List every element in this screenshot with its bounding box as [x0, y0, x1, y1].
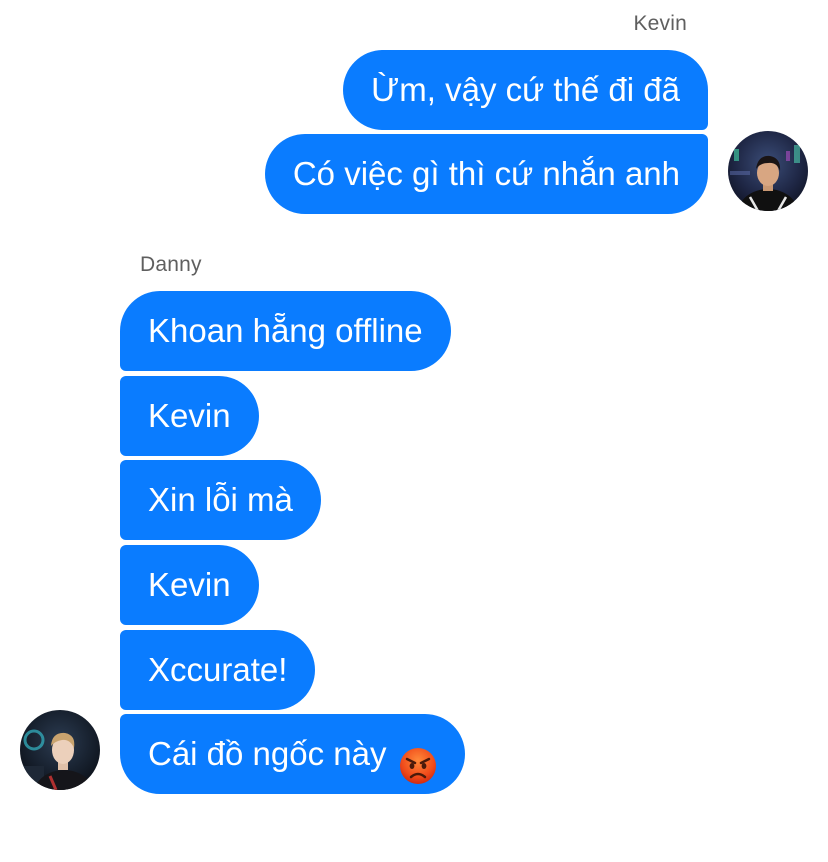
- message-bubble-outgoing[interactable]: Ừm, vậy cứ thế đi đã: [343, 50, 708, 130]
- message-text: Xin lỗi mà: [148, 481, 293, 518]
- message-bubble-incoming[interactable]: Khoan hẵng offline: [120, 291, 451, 371]
- danny-avatar-icon: [20, 710, 100, 790]
- message-text: Kevin: [148, 566, 231, 603]
- message-text: Khoan hẵng offline: [148, 312, 423, 349]
- message-text: Ừm, vậy cứ thế đi đã: [371, 71, 680, 108]
- kevin-avatar-icon: [728, 131, 808, 211]
- avatar-kevin[interactable]: [728, 131, 808, 211]
- message-bubble-outgoing[interactable]: Có việc gì thì cứ nhắn anh: [264, 134, 708, 214]
- angry-face-icon: [399, 734, 437, 785]
- message-text: Cái đồ ngốc này: [148, 735, 387, 772]
- message-text: Kevin: [148, 397, 231, 434]
- message-bubble-incoming[interactable]: Xin lỗi mà: [120, 460, 321, 540]
- message-bubble-incoming[interactable]: Cái đồ ngốc này: [120, 714, 465, 794]
- sender-name-danny: Danny: [140, 253, 202, 276]
- message-bubble-incoming[interactable]: Xccurate!: [120, 630, 316, 710]
- message-bubble-incoming[interactable]: Kevin: [120, 376, 259, 456]
- message-bubble-incoming[interactable]: Kevin: [120, 545, 259, 625]
- avatar-danny[interactable]: [20, 710, 100, 790]
- sender-name-kevin: Kevin: [633, 12, 687, 35]
- message-text: Xccurate!: [148, 651, 288, 688]
- message-text: Có việc gì thì cứ nhắn anh: [292, 155, 680, 192]
